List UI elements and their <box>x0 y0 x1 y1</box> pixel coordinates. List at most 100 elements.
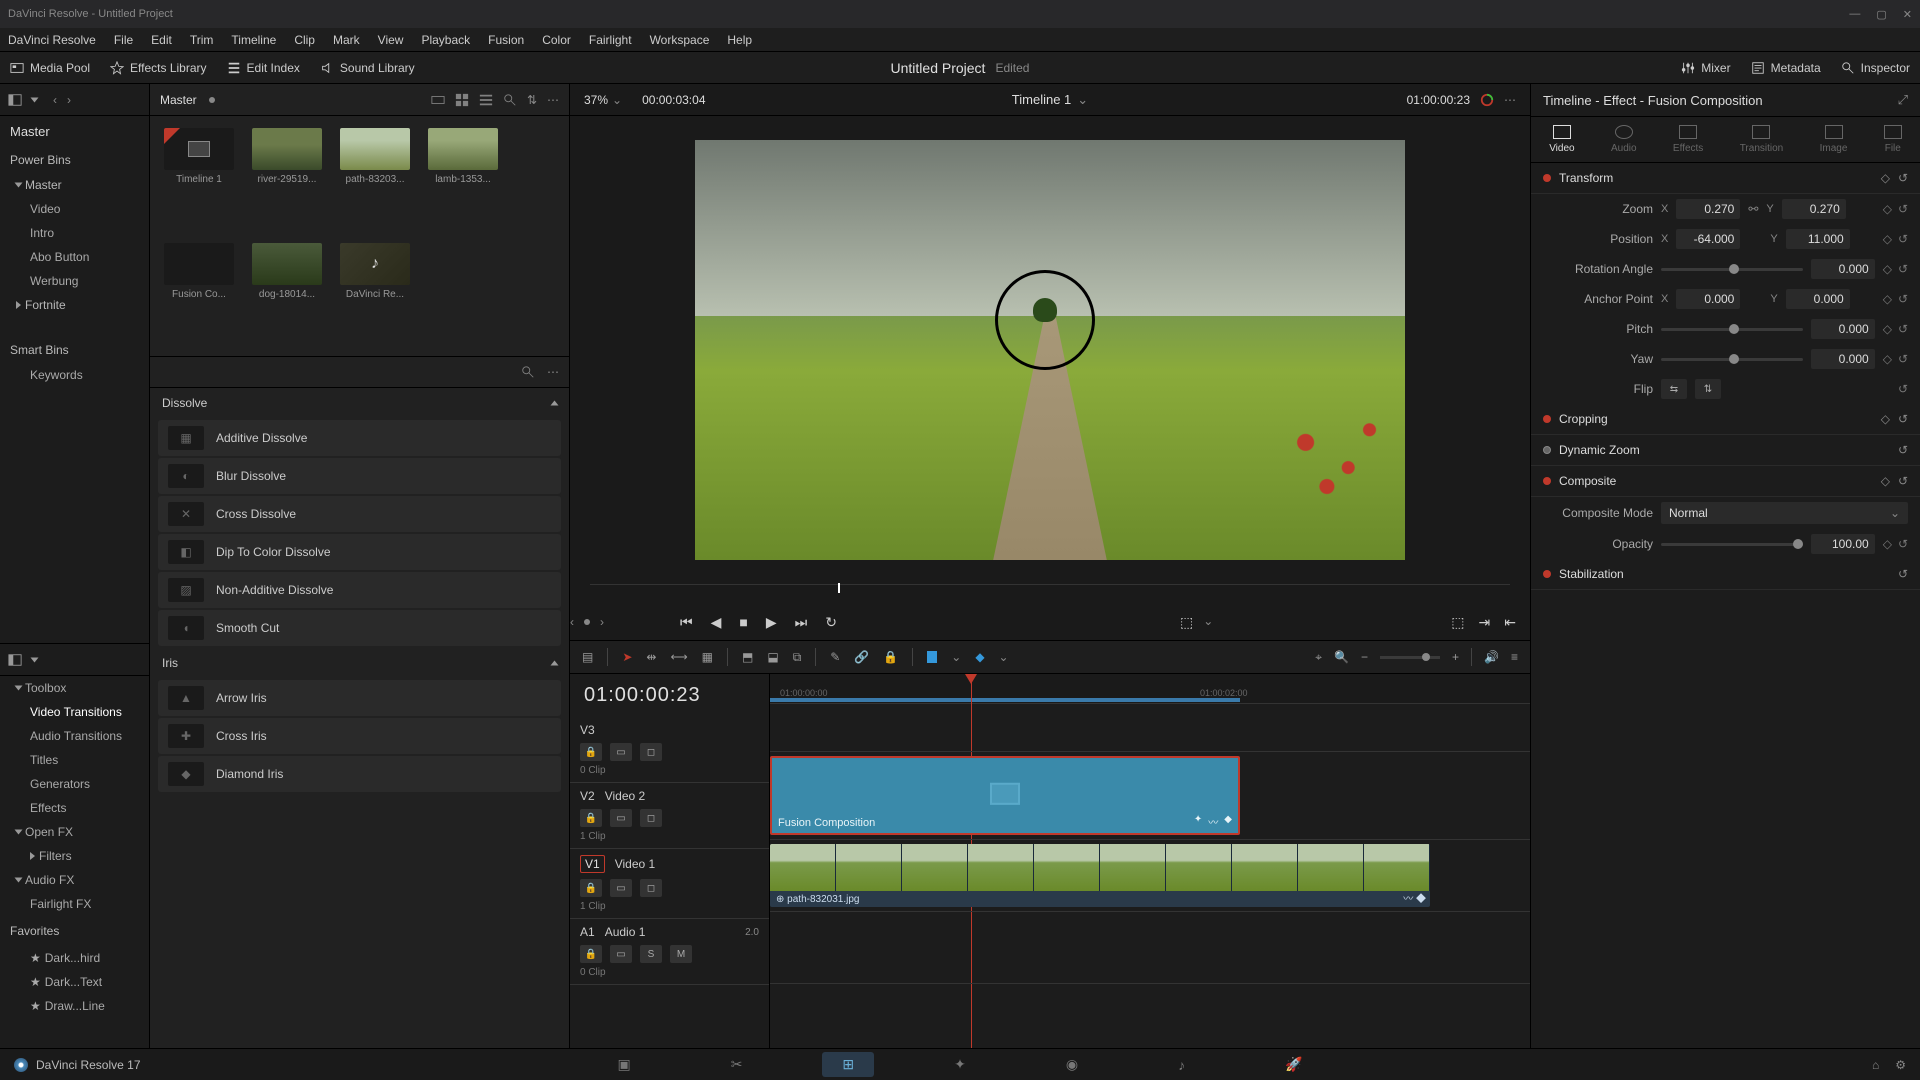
sort-icon[interactable]: ⇅ <box>527 93 537 107</box>
home-icon[interactable]: ⌂ <box>1872 1058 1879 1072</box>
flip-h-button[interactable]: ⇆ <box>1661 379 1687 399</box>
menu-help[interactable]: Help <box>727 33 752 47</box>
tab-transition[interactable]: Transition <box>1740 125 1784 154</box>
menu-color[interactable]: Color <box>542 33 571 47</box>
onscreen-control-circle[interactable] <box>995 270 1095 370</box>
search-icon[interactable] <box>503 93 517 107</box>
chevron-down-icon[interactable]: ⌄ <box>951 650 961 664</box>
track-enable-button[interactable]: ▭ <box>610 743 632 761</box>
edit-index-toggle[interactable]: Edit Index <box>227 61 300 75</box>
more-icon[interactable]: ⋯ <box>1504 93 1516 107</box>
flip-v-button[interactable]: ⇅ <box>1695 379 1721 399</box>
viewer-scrubber[interactable] <box>590 584 1510 604</box>
opacity-slider[interactable] <box>1661 543 1803 546</box>
lane-v1[interactable]: ⊕ path-832031.jpg 〰 ◆ <box>770 840 1530 912</box>
step-in-icon[interactable]: ⇥ <box>1479 614 1491 631</box>
step-out-icon[interactable]: ⇤ <box>1504 614 1516 631</box>
clip-fusion[interactable]: Fusion Co... <box>162 243 236 344</box>
keyframe-icon[interactable]: ◇ <box>1881 171 1890 185</box>
media-pool-toggle[interactable]: Media Pool <box>10 61 90 75</box>
page-fusion[interactable]: ✦ <box>934 1052 986 1077</box>
menu-timeline[interactable]: Timeline <box>231 33 276 47</box>
fx-blur-dissolve[interactable]: ◐Blur Dissolve <box>158 458 561 494</box>
keyframe-icon[interactable]: ◇ <box>1881 412 1890 426</box>
zoom-in-button[interactable]: + <box>1452 650 1459 664</box>
zoom-percent[interactable]: 37% <box>584 93 608 107</box>
page-fairlight[interactable]: ♪ <box>1158 1053 1205 1077</box>
menu-edit[interactable]: Edit <box>151 33 172 47</box>
bin-video[interactable]: Video <box>0 197 149 221</box>
fx-filters[interactable]: Filters <box>0 844 149 868</box>
link-icon[interactable]: ⚯ <box>1748 202 1758 216</box>
position-x-input[interactable]: -64.000 <box>1676 229 1740 249</box>
play-button[interactable]: ▶ <box>766 614 777 631</box>
reset-icon[interactable]: ↺ <box>1898 262 1908 276</box>
zoom-out-button[interactable]: − <box>1361 650 1368 664</box>
fx-fav-1[interactable]: ★ Dark...Text <box>0 970 149 994</box>
bin-intro[interactable]: Intro <box>0 221 149 245</box>
view-strip-icon[interactable] <box>431 93 445 107</box>
keyframe-icon[interactable]: ◇ <box>1883 292 1892 306</box>
bypass-icon[interactable]: ⬚ <box>1180 614 1193 631</box>
track-lock-button[interactable]: 🔒 <box>580 945 602 963</box>
next-marker[interactable]: › <box>600 615 604 629</box>
track-enable-button[interactable]: ▭ <box>610 809 632 827</box>
more-icon[interactable]: ⋯ <box>547 93 559 107</box>
menu-davinci[interactable]: DaVinci Resolve <box>8 33 96 47</box>
insert-icon[interactable]: ⬒ <box>742 650 753 664</box>
yaw-slider[interactable] <box>1661 358 1803 361</box>
timeline-view-options-icon[interactable]: ▤ <box>582 650 593 664</box>
sound-library-toggle[interactable]: Sound Library <box>320 61 415 75</box>
pitch-input[interactable]: 0.000 <box>1811 319 1875 339</box>
bin-master[interactable]: Master <box>0 116 149 147</box>
track-auto-button[interactable]: ◻ <box>640 743 662 761</box>
fx-arrow-iris[interactable]: ▲Arrow Iris <box>158 680 561 716</box>
rotation-slider[interactable] <box>1661 268 1803 271</box>
link-icon[interactable]: 🔗 <box>854 650 869 664</box>
track-solo-button[interactable]: S <box>640 945 662 963</box>
panel-layout-icon[interactable] <box>8 93 22 107</box>
fx-category-dissolve[interactable]: Dissolve <box>150 388 569 418</box>
page-color[interactable]: ◉ <box>1046 1052 1098 1077</box>
chevron-down-icon[interactable]: ⌄ <box>1203 614 1213 631</box>
view-list-icon[interactable] <box>479 93 493 107</box>
menu-view[interactable]: View <box>378 33 404 47</box>
fx-additive-dissolve[interactable]: ▦Additive Dissolve <box>158 420 561 456</box>
opacity-input[interactable]: 100.00 <box>1811 534 1875 554</box>
menu-workspace[interactable]: Workspace <box>650 33 710 47</box>
fx-non-additive-dissolve[interactable]: ▨Non-Additive Dissolve <box>158 572 561 608</box>
bin-abo-button[interactable]: Abo Button <box>0 245 149 269</box>
clip-path-image[interactable]: ⊕ path-832031.jpg 〰 ◆ <box>770 844 1430 907</box>
menu-trim[interactable]: Trim <box>190 33 214 47</box>
fx-openfx[interactable]: Open FX <box>0 820 149 844</box>
track-auto-button[interactable]: ◻ <box>640 879 662 897</box>
track-lock-button[interactable]: 🔒 <box>580 879 602 897</box>
match-frame-icon[interactable]: ⬚ <box>1451 614 1464 631</box>
fx-dip-color-dissolve[interactable]: ◧Dip To Color Dissolve <box>158 534 561 570</box>
replace-icon[interactable]: ⧉ <box>793 650 802 665</box>
lane-v2[interactable]: Fusion Composition ✦〰◆ <box>770 752 1530 840</box>
position-y-input[interactable]: 11.000 <box>1786 229 1850 249</box>
fx-smooth-cut[interactable]: ◖Smooth Cut <box>158 610 561 646</box>
inspector-toggle[interactable]: Inspector <box>1841 61 1910 75</box>
fx-audiofx[interactable]: Audio FX <box>0 868 149 892</box>
close-button[interactable]: ✕ <box>1903 8 1912 21</box>
razor-icon[interactable]: ✎ <box>830 650 840 664</box>
clip-river[interactable]: river-29519... <box>250 128 324 229</box>
reset-icon[interactable]: ↺ <box>1898 292 1908 306</box>
menu-clip[interactable]: Clip <box>294 33 315 47</box>
reset-icon[interactable]: ↺ <box>1898 537 1908 551</box>
pitch-slider[interactable] <box>1661 328 1803 331</box>
keyframe-icon[interactable]: ◇ <box>1881 474 1890 488</box>
page-cut[interactable]: ✂ <box>711 1052 763 1077</box>
chevron-down-icon[interactable] <box>31 657 39 662</box>
timeline-timecode[interactable]: 01:00:00:23 <box>570 674 769 717</box>
keyframe-icon[interactable]: ◇ <box>1883 232 1892 246</box>
lane-v3[interactable] <box>770 704 1530 752</box>
keyframe-icon[interactable]: ◇ <box>1883 322 1892 336</box>
go-end-button[interactable]: ⏭ <box>795 614 808 631</box>
loop-button[interactable]: ↻ <box>825 614 837 631</box>
chevron-down-icon[interactable]: ⌄ <box>1077 92 1088 108</box>
fx-cross-iris[interactable]: ✚Cross Iris <box>158 718 561 754</box>
zoom-icon[interactable]: 🔍 <box>1334 650 1349 664</box>
